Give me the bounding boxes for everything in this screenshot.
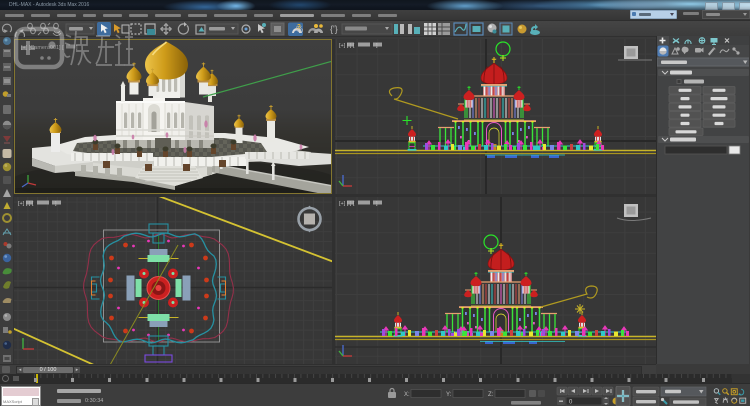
svg-text:{'}: {'} — [330, 24, 338, 34]
svg-text:Z:: Z: — [488, 392, 494, 398]
svg-text:Y:: Y: — [446, 392, 452, 398]
svg-text:%: % — [296, 25, 303, 34]
svg-text:X:: X: — [404, 392, 410, 398]
